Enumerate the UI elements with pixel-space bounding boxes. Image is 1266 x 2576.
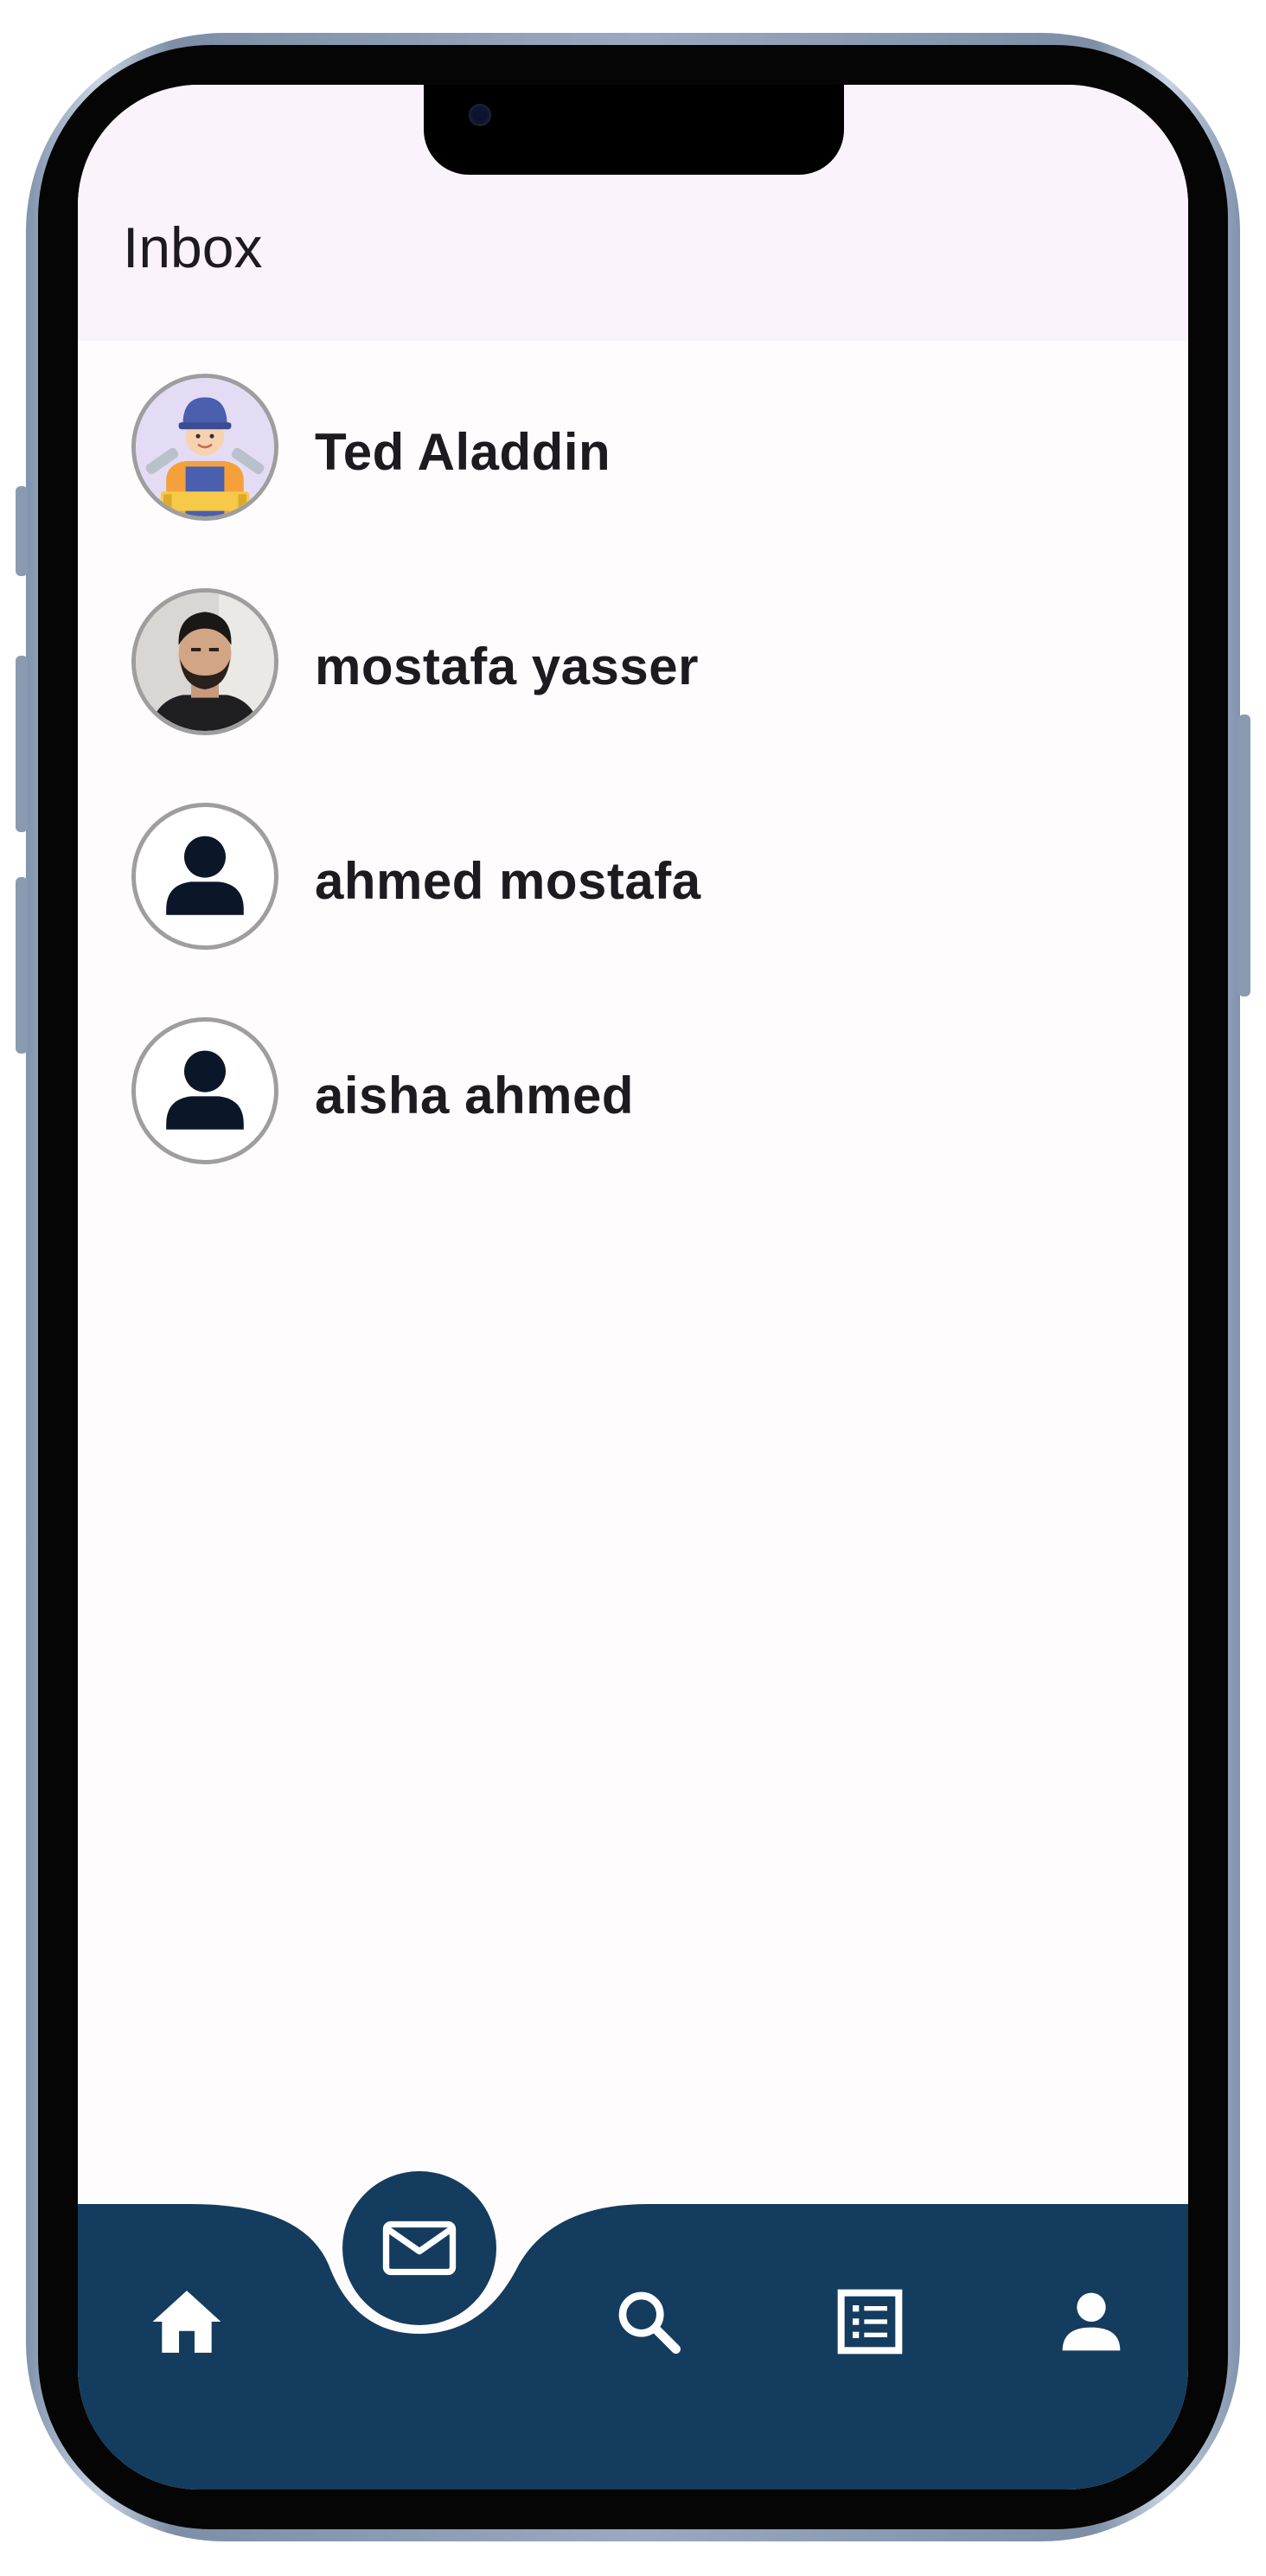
list-icon	[837, 2289, 903, 2355]
nav-profile-button[interactable]	[1039, 2270, 1143, 2374]
phone-volume-down-button	[16, 877, 28, 1054]
profile-photo-avatar	[131, 588, 278, 735]
chat-list-item[interactable]: aisha ahmed	[78, 988, 1188, 1202]
app-screen: Inbox Ted Aladdin mostafa yasser ahmed m…	[78, 85, 1188, 2489]
search-icon	[618, 2291, 681, 2354]
chat-list-item[interactable]: mostafa yasser	[78, 559, 1188, 773]
person-placeholder-icon	[131, 1017, 278, 1164]
phone-volume-up-button	[16, 656, 28, 832]
nav-home-button[interactable]	[135, 2270, 239, 2374]
chat-name: aisha ahmed	[315, 1067, 634, 1125]
bottom-navigation-bar	[78, 2171, 1188, 2489]
plumber-avatar	[131, 374, 278, 521]
page-title: Inbox	[123, 215, 263, 279]
person-placeholder-icon	[131, 803, 278, 950]
front-camera	[469, 104, 491, 126]
nav-inbox-button[interactable]	[342, 2171, 496, 2325]
home-icon	[152, 2291, 221, 2353]
phone-notch	[424, 85, 844, 175]
chat-list-item[interactable]: ahmed mostafa	[78, 773, 1188, 988]
chat-name: mostafa yasser	[315, 638, 699, 695]
nav-list-button[interactable]	[818, 2270, 922, 2374]
mail-icon	[382, 2220, 457, 2276]
nav-search-button[interactable]	[597, 2270, 700, 2374]
chat-name: ahmed mostafa	[315, 852, 701, 910]
person-icon	[1062, 2292, 1121, 2351]
chat-name: Ted Aladdin	[315, 423, 611, 481]
phone-silent-switch	[16, 486, 28, 576]
chat-list-item[interactable]: Ted Aladdin	[78, 344, 1188, 559]
phone-power-button	[1238, 714, 1250, 996]
